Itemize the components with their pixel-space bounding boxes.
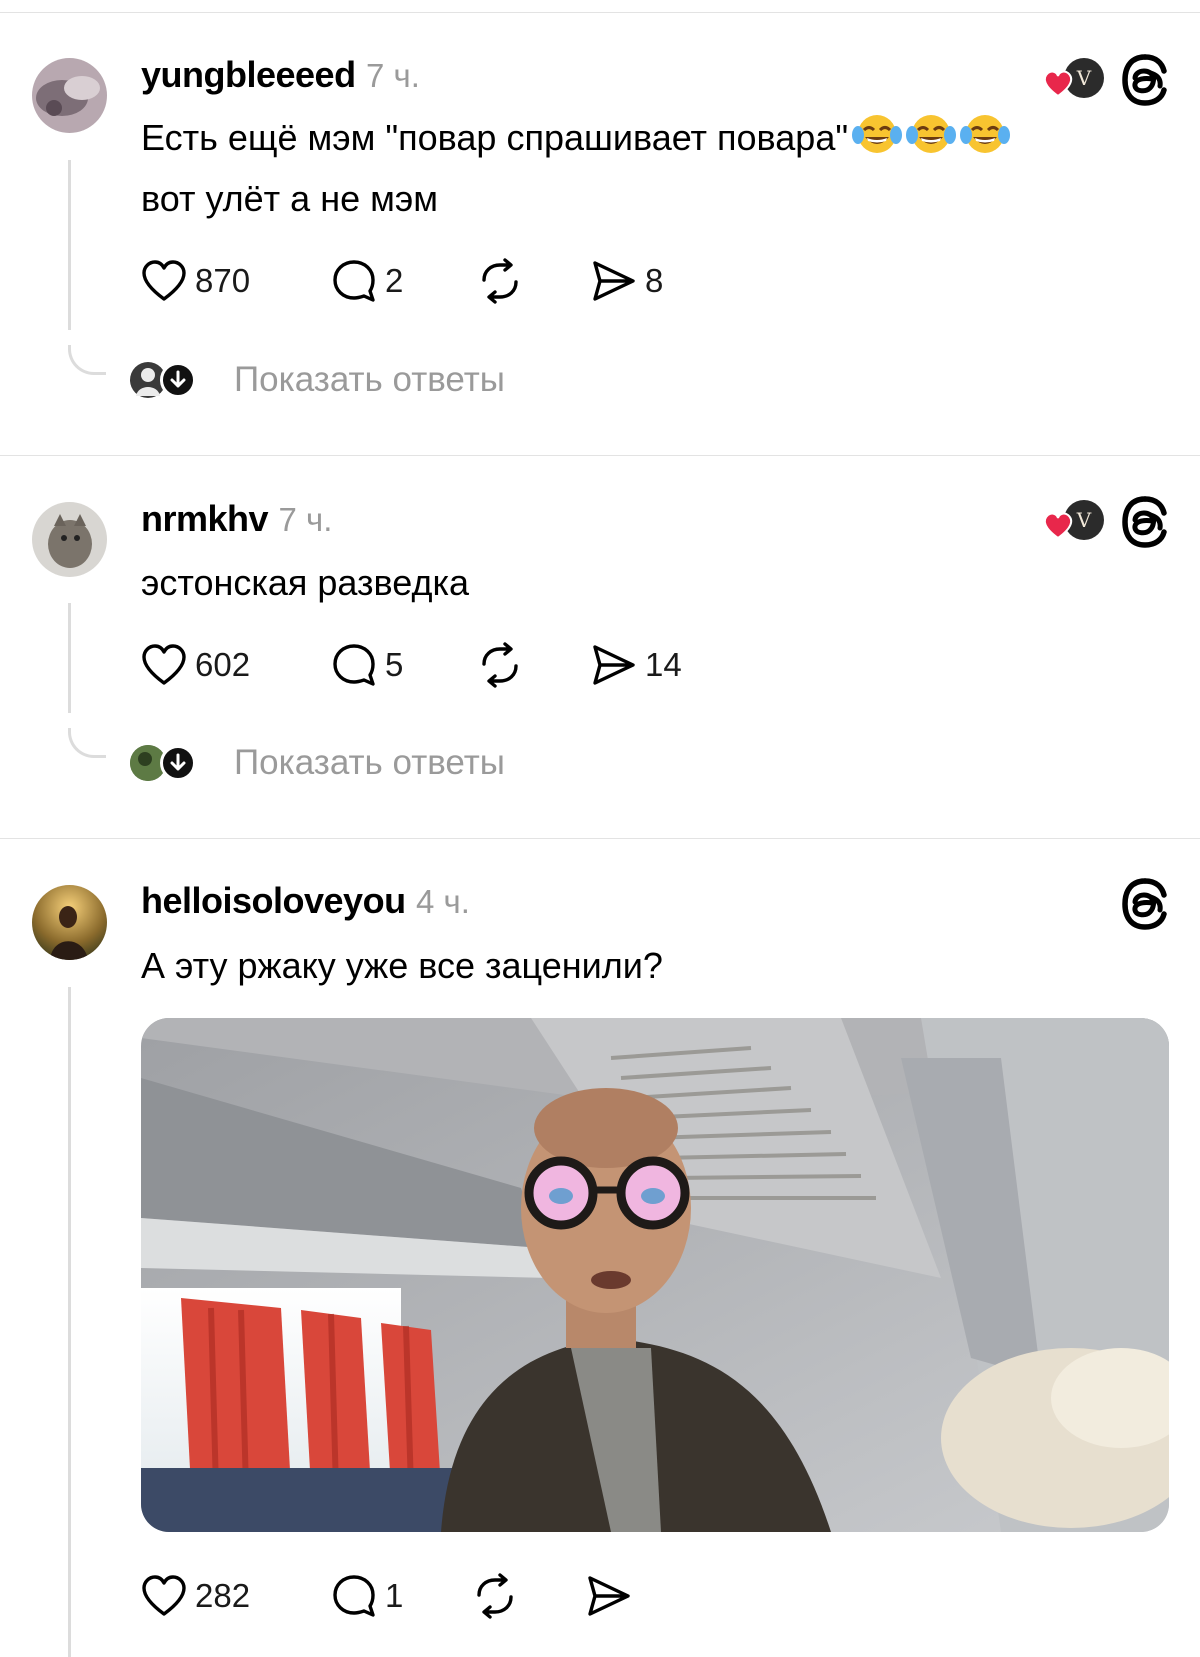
thread-line (68, 603, 71, 713)
down-arrow-icon (160, 362, 196, 398)
show-replies-label: Показать ответы (234, 360, 505, 399)
heart-icon (142, 644, 186, 685)
avatar-helloisoloveyou[interactable] (32, 885, 107, 960)
svg-text:V: V (1076, 508, 1092, 532)
like-count: 602 (195, 646, 251, 683)
username[interactable]: helloisoloveyou (141, 880, 406, 921)
threads-logo-icon[interactable] (1120, 494, 1170, 550)
like-button[interactable]: 282 (141, 1572, 250, 1620)
tears-of-joy-emoji (852, 113, 903, 171)
post-header: helloisoloveyou 4 ч. (141, 880, 470, 922)
post-divider (0, 838, 1200, 839)
share-icon (593, 645, 635, 685)
like-button[interactable]: 870 (141, 257, 250, 305)
comment-icon (333, 260, 375, 302)
post-text-line1: Есть ещё мэм "повар спрашивает повара" (141, 117, 849, 158)
share-count: 14 (645, 646, 682, 683)
heart-icon (142, 1575, 186, 1616)
top-divider (0, 12, 1200, 13)
post-divider (0, 455, 1200, 456)
thread-hook (68, 345, 106, 375)
post-badges (1120, 876, 1170, 932)
comment-icon (333, 1575, 375, 1617)
post-text: эстонская разведка (141, 555, 1151, 611)
like-count: 282 (195, 1577, 251, 1614)
down-arrow-icon (160, 745, 196, 781)
liked-heart-icon (1043, 512, 1073, 540)
post-actions: 602 5 14 (141, 641, 741, 689)
share-button[interactable] (586, 1572, 632, 1620)
post-media-video[interactable] (141, 1018, 1169, 1532)
repost-icon (482, 258, 518, 304)
repost-button[interactable] (476, 641, 524, 689)
liked-heart-icon (1043, 70, 1073, 98)
post-badges: V (1040, 494, 1170, 550)
repost-icon (482, 642, 518, 688)
post-text-line1: эстонская разведка (141, 562, 470, 603)
share-button[interactable]: 8 (591, 257, 663, 305)
post-actions: 870 2 8 (141, 257, 741, 305)
like-button[interactable]: 602 (141, 641, 250, 689)
post-time: 4 ч. (416, 883, 470, 920)
liked-by-author-icon: V (1043, 58, 1104, 98)
thread-line (68, 987, 71, 1657)
post-time: 7 ч. (278, 501, 333, 538)
comment-count: 2 (385, 262, 404, 299)
thread-hook (68, 728, 106, 758)
comment-count: 1 (385, 1577, 404, 1614)
post-header: yungbleeeed 7 ч. (141, 54, 420, 96)
comment-icon (333, 644, 375, 686)
share-icon (588, 1576, 630, 1616)
comment-button[interactable]: 1 (331, 1572, 403, 1620)
share-icon (593, 261, 635, 301)
threads-logo-icon[interactable] (1120, 52, 1170, 108)
threads-logo-icon[interactable] (1120, 876, 1170, 932)
comment-count: 5 (385, 646, 404, 683)
post-text-line2: вот улёт а не мэм (141, 178, 438, 219)
post-header: nrmkhv 7 ч. (141, 498, 332, 540)
username[interactable]: yungbleeeed (141, 54, 356, 95)
tears-of-joy-emoji (960, 113, 1011, 171)
heart-icon (142, 260, 186, 301)
avatar-yungbleeeed[interactable] (32, 58, 107, 133)
share-count: 8 (645, 262, 664, 299)
svg-text:V: V (1076, 66, 1092, 90)
avatar-nrmkhv[interactable] (32, 502, 107, 577)
post-text: Есть ещё мэм "повар спрашивает повара" в… (141, 110, 1151, 227)
repost-button[interactable] (476, 257, 524, 305)
show-replies-button[interactable]: Показать ответы (130, 741, 570, 785)
post-time: 7 ч. (366, 57, 420, 94)
liked-by-author-icon: V (1043, 500, 1104, 540)
repost-icon (477, 1573, 513, 1619)
tears-of-joy-emoji (906, 113, 957, 171)
post-text-line1: А эту ржаку уже все заценили? (141, 945, 663, 986)
comment-button[interactable]: 2 (331, 257, 403, 305)
post-text: А эту ржаку уже все заценили? (141, 938, 1151, 994)
show-replies-label: Показать ответы (234, 743, 505, 782)
comment-button[interactable]: 5 (331, 641, 403, 689)
post-badges: V (1040, 52, 1170, 108)
like-count: 870 (195, 262, 251, 299)
thread-line (68, 160, 71, 330)
show-replies-button[interactable]: Показать ответы (130, 358, 570, 402)
repost-button[interactable] (471, 1572, 519, 1620)
post-actions: 282 1 (141, 1572, 741, 1620)
share-button[interactable]: 14 (591, 641, 682, 689)
username[interactable]: nrmkhv (141, 498, 269, 539)
